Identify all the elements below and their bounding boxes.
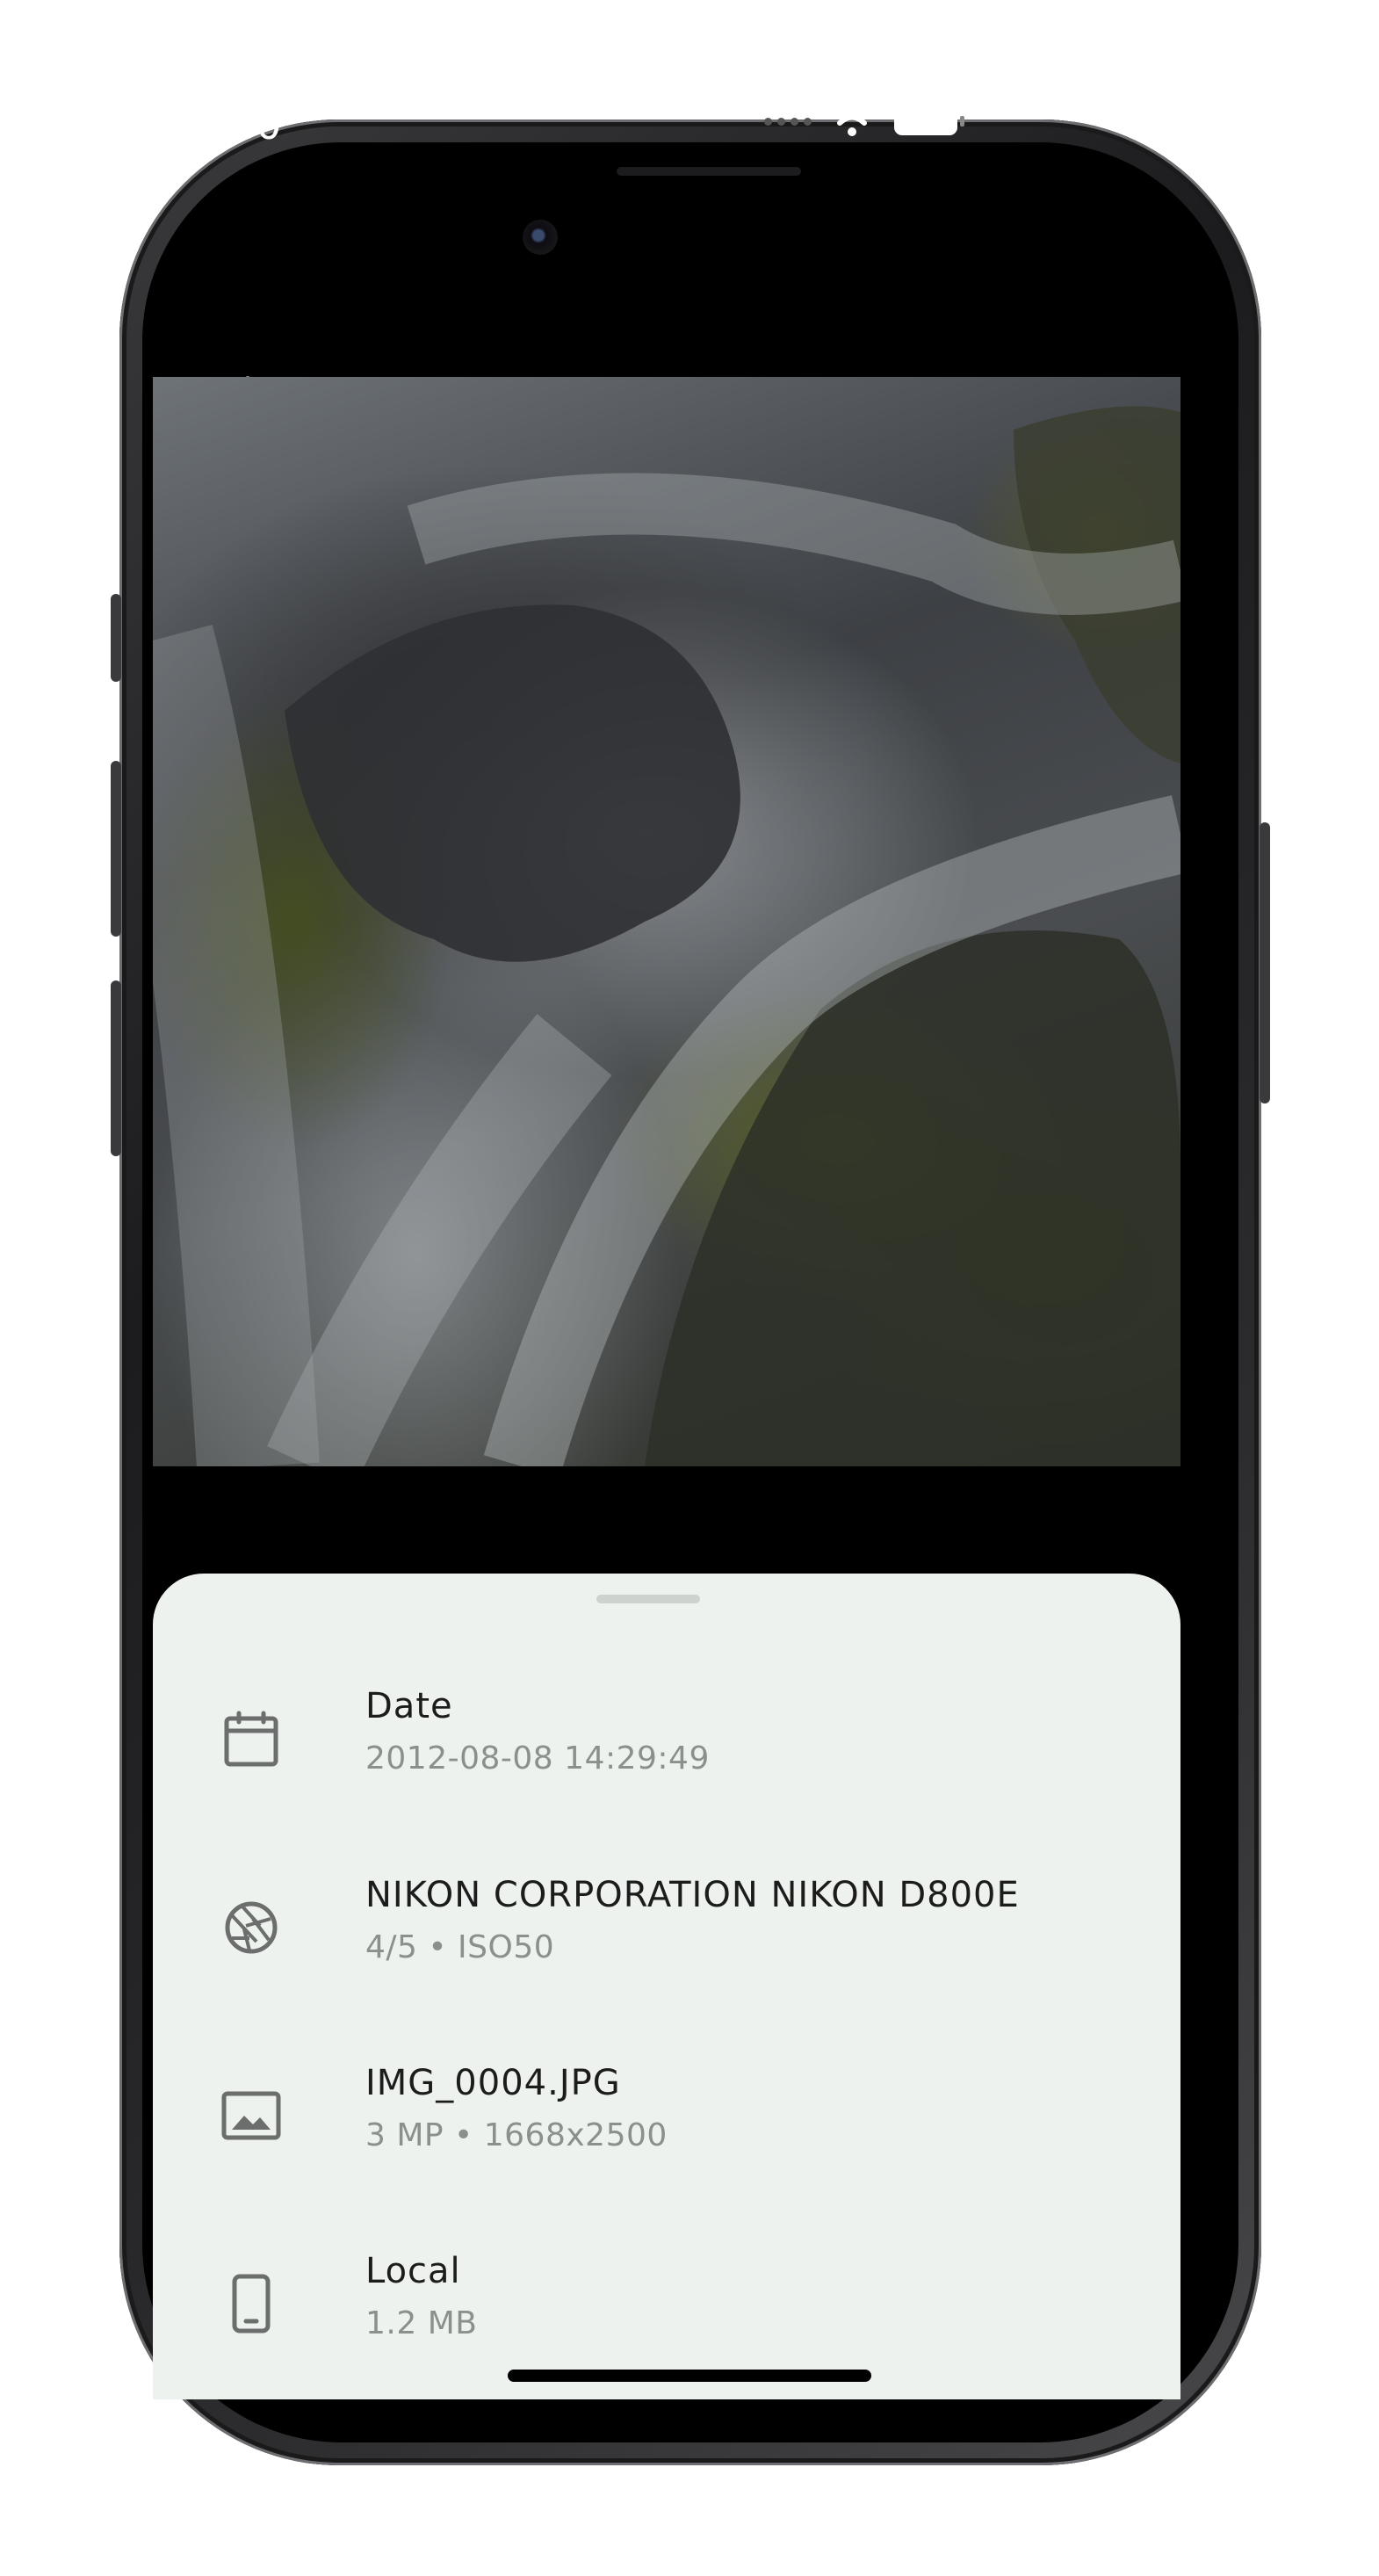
volume-down-button [111,980,121,1156]
storage-location: Local [365,2251,461,2291]
calendar-icon [216,1704,286,1774]
waterfall-photo [93,406,1190,1487]
date-title: Date [365,1686,453,1726]
file-resolution: 3 MP • 1668x2500 [365,2117,668,2153]
mute-switch [111,594,121,682]
photo-preview[interactable] [93,377,1190,1487]
home-indicator[interactable] [508,2370,871,2382]
battery-icon [894,107,964,135]
image-icon [216,2080,286,2151]
aperture-icon [216,1892,286,1963]
wifi-icon [830,105,874,136]
file-size: 1.2 MB [365,2305,478,2341]
detail-row-file: IMG_0004.JPG 3 MP • 1668x2500 [153,2063,1180,2195]
speaker-grille [617,167,801,176]
file-name: IMG_0004.JPG [365,2063,621,2103]
detail-row-storage: Local 1.2 MB [153,2251,1180,2383]
date-value: 2012-08-08 14:29:49 [365,1740,710,1776]
phone-icon [216,2268,286,2339]
volume-up-button [111,761,121,937]
signal-dots-icon [764,117,812,126]
details-sheet: Date 2012-08-08 14:29:49 NIKON CORPORATI… [153,1574,1180,2399]
sheet-drag-handle[interactable] [596,1595,700,1603]
detail-row-camera: NIKON CORPORATION NIKON D800E 4/5 • ISO5… [153,1875,1180,2007]
detail-row-date: Date 2012-08-08 14:29:49 [153,1686,1180,1818]
power-button [1260,822,1270,1103]
camera-model: NIKON CORPORATION NIKON D800E [365,1875,1020,1915]
front-camera [523,220,558,255]
camera-settings: 4/5 • ISO50 [365,1929,555,1965]
status-time: 11:00 [162,101,283,148]
status-icons [764,102,966,141]
